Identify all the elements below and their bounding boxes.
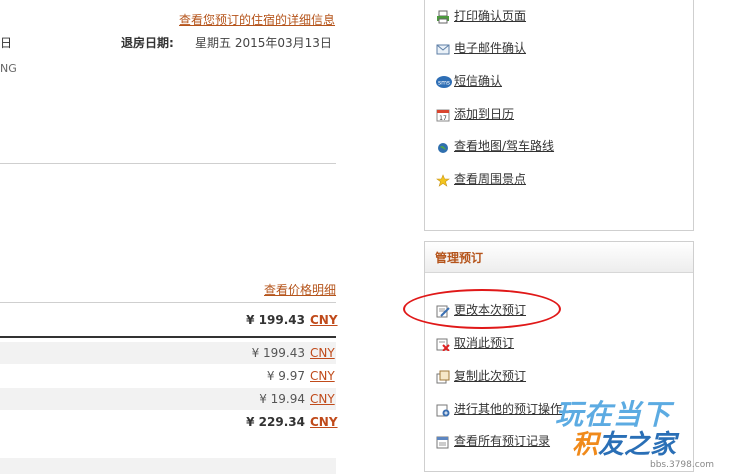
price-details-link[interactable]: 查看价格明细 <box>264 281 336 298</box>
price-amount: ¥ 229.34 <box>246 415 305 429</box>
print-confirmation-item[interactable]: 打印确认页面 <box>436 7 526 25</box>
other-booking-actions-link[interactable]: 进行其他的预订操作 <box>454 402 562 416</box>
copy-booking-link[interactable]: 复制此次预订 <box>454 369 526 383</box>
email-confirmation-item[interactable]: 电子邮件确认 <box>436 39 526 57</box>
price-row: ¥ 9.97 CNY <box>0 365 336 387</box>
cancel-booking-item[interactable]: 取消此预订 <box>436 334 514 352</box>
guest-name-fragment: NG <box>0 62 17 75</box>
globe-icon <box>436 140 450 154</box>
cancel-booking-link[interactable]: 取消此预订 <box>454 336 514 350</box>
section-divider <box>0 163 336 164</box>
currency-link[interactable]: CNY <box>310 392 335 406</box>
calendar-icon: 17 <box>436 108 450 122</box>
print-confirmation-link[interactable]: 打印确认页面 <box>454 9 526 23</box>
highlight-annotation <box>403 289 561 329</box>
other-booking-actions-item[interactable]: 进行其他的预订操作 <box>436 400 562 418</box>
currency-link[interactable]: CNY <box>310 415 338 429</box>
price-amount: ¥ 199.43 <box>251 346 305 360</box>
price-amount: ¥ 199.43 <box>246 313 305 327</box>
booking-history-icon <box>436 435 450 449</box>
booking-details-link[interactable]: 查看您预订的住宿的详细信息 <box>179 11 335 28</box>
price-row-grand-total: ¥ 229.34 CNY <box>0 411 338 433</box>
checkout-date: 星期五 2015年03月13日 <box>195 36 332 50</box>
svg-text:17: 17 <box>439 115 447 122</box>
all-bookings-link[interactable]: 查看所有预订记录 <box>454 434 550 448</box>
sms-confirmation-item[interactable]: sms 短信确认 <box>436 72 502 90</box>
currency-link[interactable]: CNY <box>310 313 338 327</box>
email-confirmation-link[interactable]: 电子邮件确认 <box>454 41 526 55</box>
nearby-attractions-item[interactable]: 查看周围景点 <box>436 170 526 188</box>
cancel-booking-icon <box>436 337 450 352</box>
all-bookings-item[interactable]: 查看所有预订记录 <box>436 432 550 450</box>
booking-actions-panel: 打印确认页面 电子邮件确认 sms 短信确认 17 添加到日历 查看地图/驾车路… <box>424 0 694 231</box>
checkin-date-fragment: 日 <box>0 36 13 50</box>
add-to-calendar-item[interactable]: 17 添加到日历 <box>436 105 514 123</box>
price-amount: ¥ 9.97 <box>266 369 305 383</box>
watermark-url: bbs.3798.com <box>650 460 714 470</box>
envelope-icon <box>436 42 450 56</box>
svg-text:sms: sms <box>438 79 450 86</box>
price-row: ¥ 199.43 CNY <box>0 342 336 364</box>
price-divider-thick <box>0 336 336 338</box>
currency-link[interactable]: CNY <box>310 346 335 360</box>
price-row: ¥ 19.94 CNY <box>0 388 336 410</box>
add-to-calendar-link[interactable]: 添加到日历 <box>454 107 514 121</box>
price-row-total-per-night: ¥ 199.43 CNY <box>0 310 338 332</box>
map-directions-link[interactable]: 查看地图/驾车路线 <box>454 139 554 153</box>
copy-booking-item[interactable]: 复制此次预订 <box>436 367 526 385</box>
other-booking-icon <box>436 403 450 417</box>
watermark-logo-bottom: 积友之家 <box>572 430 677 460</box>
manage-booking-title: 管理预订 <box>425 242 693 273</box>
map-directions-item[interactable]: 查看地图/驾车路线 <box>436 137 554 155</box>
sms-icon: sms <box>436 75 452 89</box>
price-row-empty <box>0 458 336 474</box>
price-divider-top <box>0 302 336 303</box>
price-amount: ¥ 19.94 <box>259 392 305 406</box>
checkout-label: 退房日期: <box>121 36 174 50</box>
nearby-attractions-link[interactable]: 查看周围景点 <box>454 172 526 186</box>
currency-link[interactable]: CNY <box>310 369 335 383</box>
printer-icon <box>436 10 450 24</box>
sms-confirmation-link[interactable]: 短信确认 <box>454 74 502 88</box>
star-icon <box>436 173 450 187</box>
copy-booking-icon <box>436 370 450 384</box>
